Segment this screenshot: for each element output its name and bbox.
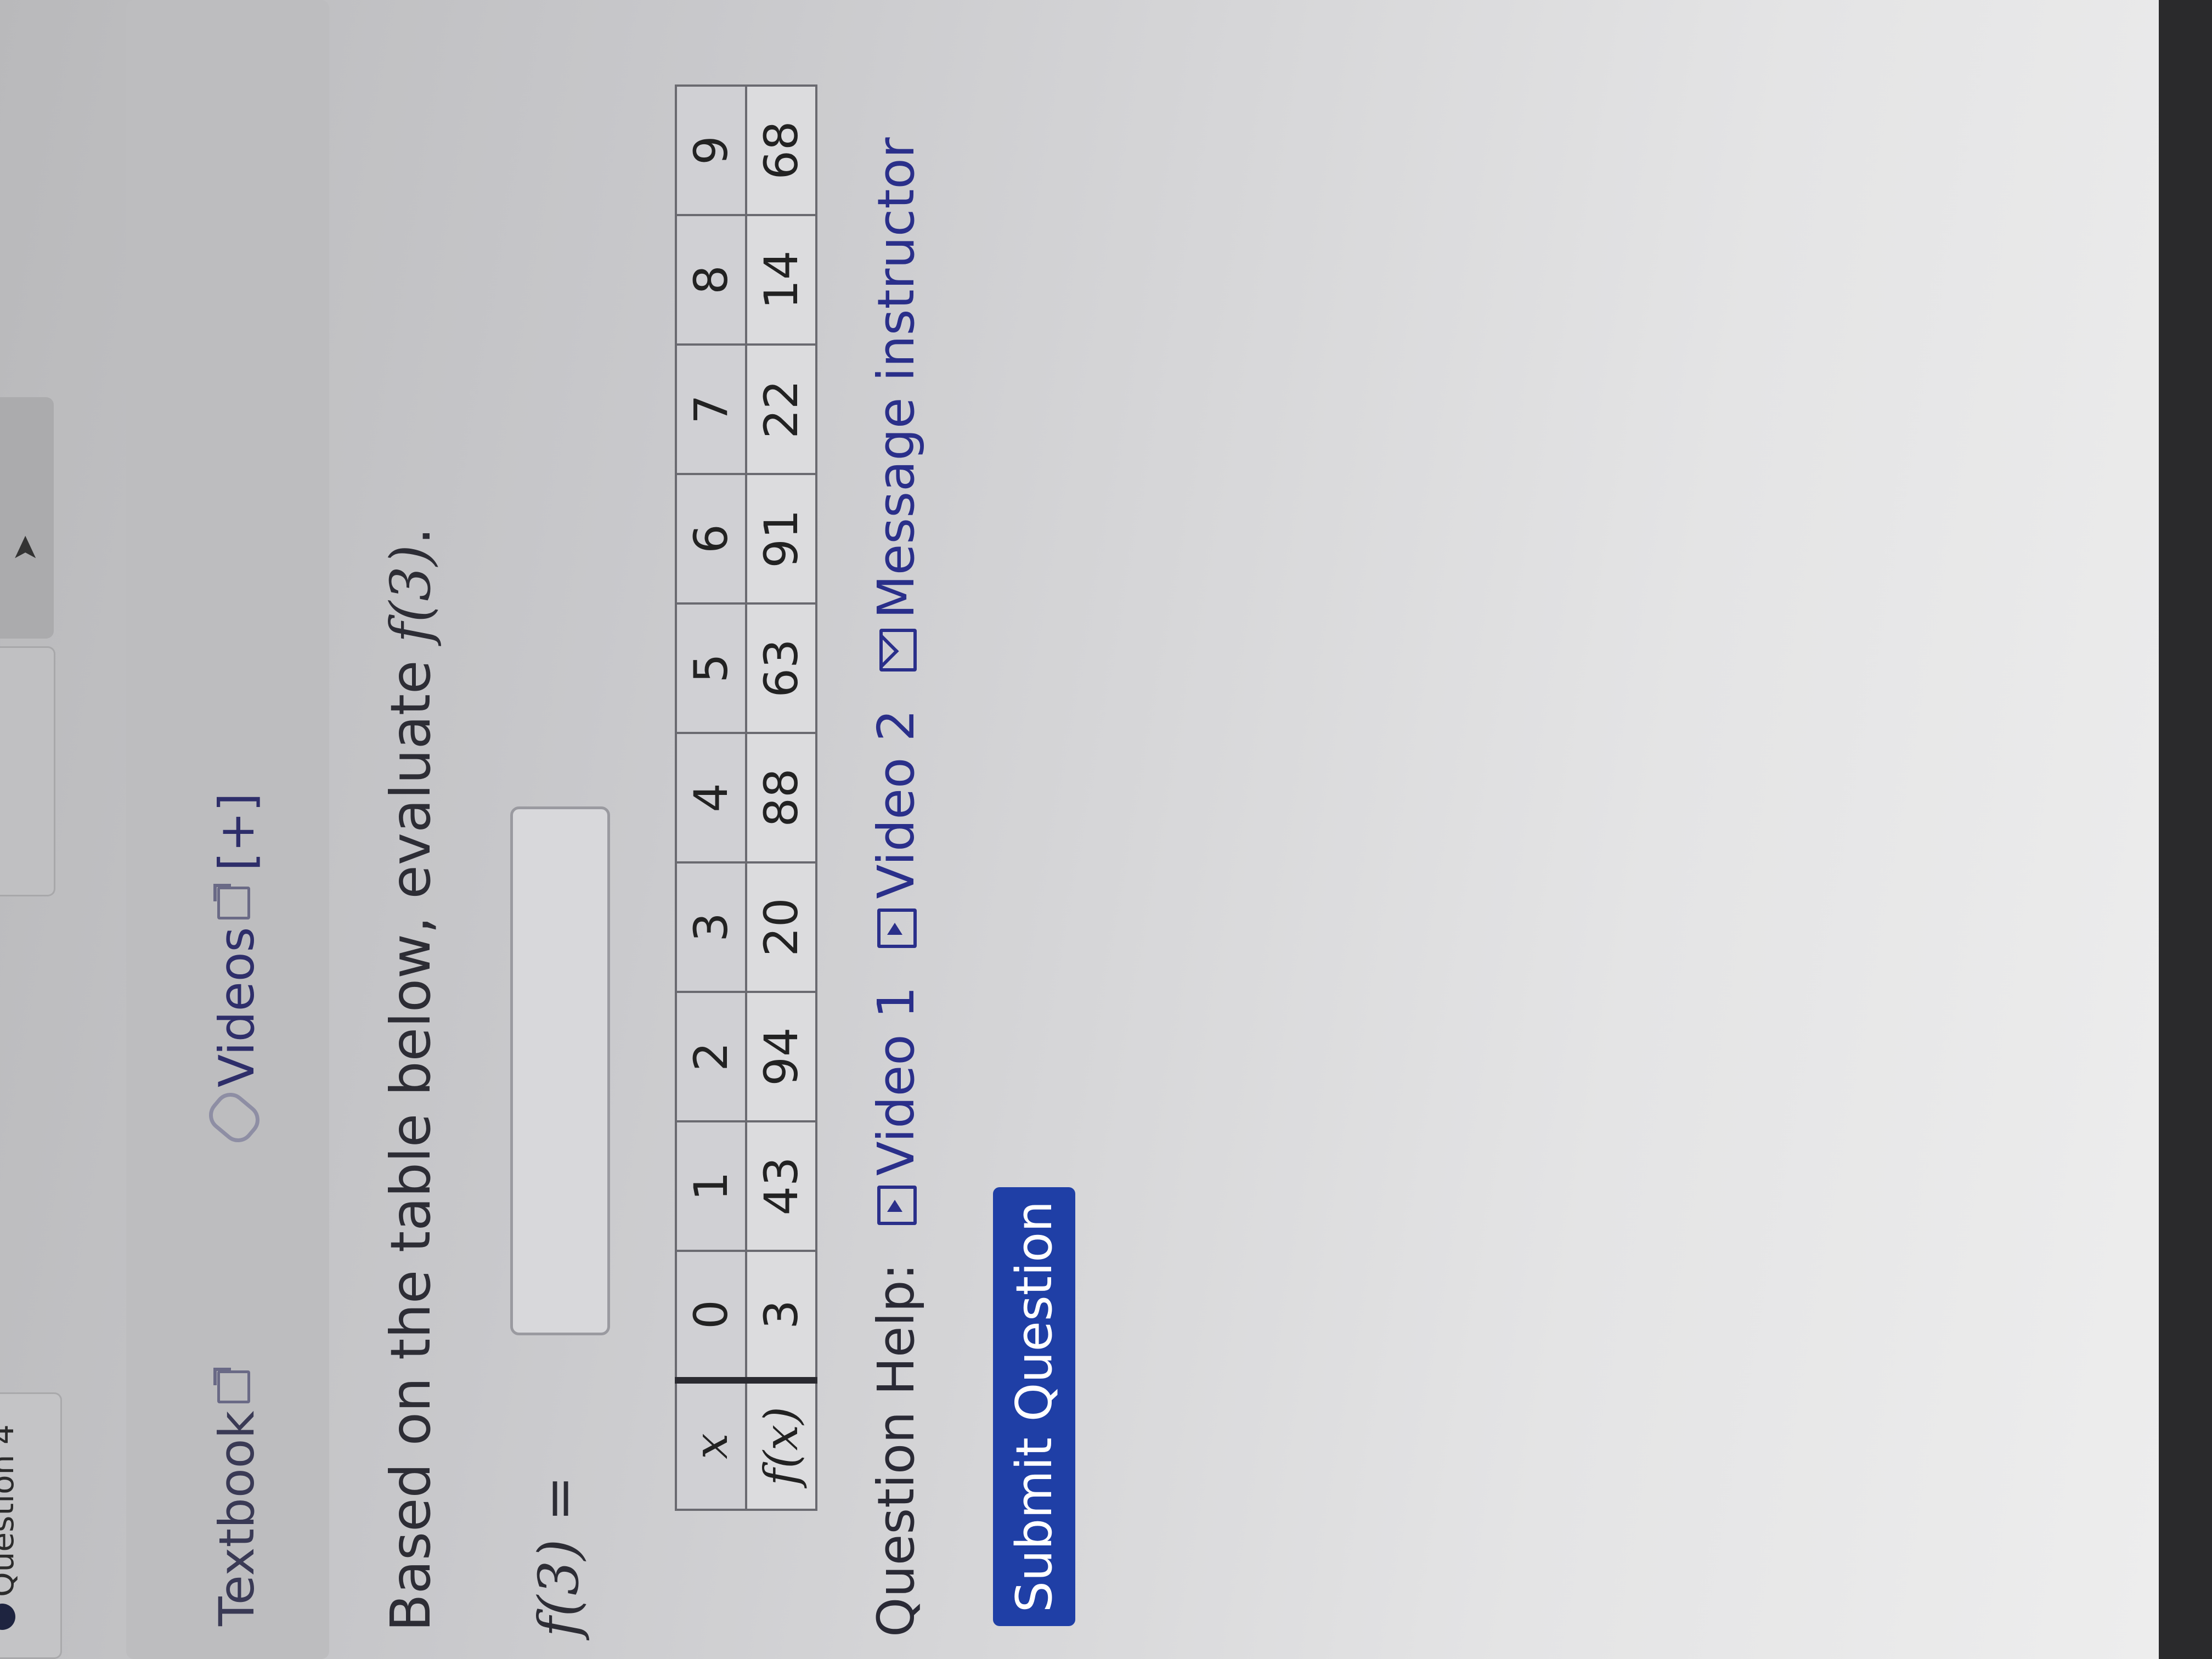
question-tab[interactable]: Question 4 <box>0 1392 62 1659</box>
answer-input[interactable] <box>510 806 610 1335</box>
row-header-x: x <box>676 1380 746 1510</box>
table-cell: 6 <box>676 474 746 603</box>
message-instructor-label: Message instructor <box>867 137 926 619</box>
row-header-fx: f(x) <box>746 1380 816 1510</box>
question-status-dot <box>0 1604 15 1630</box>
table-cell: 1 <box>676 1121 746 1251</box>
table-cell: 91 <box>746 474 816 603</box>
table-cell: 4 <box>676 733 746 862</box>
table-cell: 88 <box>746 733 816 862</box>
table-row-fx: f(x) 3 43 94 20 88 63 91 22 14 68 <box>746 86 816 1510</box>
table-cell: 5 <box>676 603 746 733</box>
videos-label: Videos <box>208 927 265 1087</box>
videos-expand[interactable]: [+] <box>208 793 265 871</box>
table-cell: 20 <box>746 862 816 992</box>
question-help-row: Question Help: Video 1 Video 2 Message i… <box>867 137 926 1637</box>
table-cell: 8 <box>676 215 746 345</box>
play-icon <box>877 1186 917 1226</box>
textbook-label: Textbook <box>208 1410 265 1626</box>
table-cell: 0 <box>676 1251 746 1380</box>
external-link-icon <box>217 886 250 919</box>
mail-icon <box>879 628 917 672</box>
nav-tab-box-next[interactable]: ➤ <box>0 397 54 639</box>
table-cell: 63 <box>746 603 816 733</box>
table-cell: 14 <box>746 215 816 345</box>
video-2-link[interactable]: Video 2 <box>867 709 926 949</box>
prompt-suffix: . <box>379 527 443 545</box>
prompt-prefix: Based on the table below, evaluate <box>379 642 443 1632</box>
table-cell: 3 <box>746 1251 816 1380</box>
video-1-link[interactable]: Video 1 <box>867 986 926 1226</box>
prompt-expression: f(3) <box>379 544 443 643</box>
table-cell: 2 <box>676 992 746 1121</box>
video-1-label: Video 1 <box>867 986 926 1176</box>
table-cell: 68 <box>746 86 816 215</box>
external-link-icon <box>217 1370 250 1403</box>
video-2-label: Video 2 <box>867 709 926 899</box>
pointer-icon: ➤ <box>5 534 44 562</box>
table-cell: 94 <box>746 992 816 1121</box>
question-help-label: Question Help: <box>867 1263 926 1637</box>
nav-tab-box[interactable] <box>0 646 55 896</box>
table-cell: 43 <box>746 1121 816 1251</box>
play-icon <box>877 909 917 949</box>
question-prompt: Based on the table below, evaluate f(3). <box>379 527 443 1632</box>
message-instructor-link[interactable]: Message instructor <box>867 137 926 672</box>
table-row-x: x 0 1 2 3 4 5 6 7 8 9 <box>676 86 746 1510</box>
videos-link[interactable]: Videos [+] <box>202 793 267 1149</box>
table-cell: 3 <box>676 862 746 992</box>
submit-question-button[interactable]: Submit Question <box>993 1187 1075 1626</box>
table-cell: 9 <box>676 86 746 215</box>
function-table: x 0 1 2 3 4 5 6 7 8 9 f(x) 3 43 94 20 88… <box>675 84 817 1511</box>
textbook-link[interactable]: Textbook <box>208 1370 265 1626</box>
answer-label: f(3) = <box>527 1475 591 1637</box>
table-cell: 7 <box>676 345 746 474</box>
table-cell: 22 <box>746 345 816 474</box>
question-tab-label: Question 4 <box>0 1424 21 1597</box>
question-page: Question 4 ➤ Textbook Videos [+] Based o… <box>0 0 2194 1659</box>
